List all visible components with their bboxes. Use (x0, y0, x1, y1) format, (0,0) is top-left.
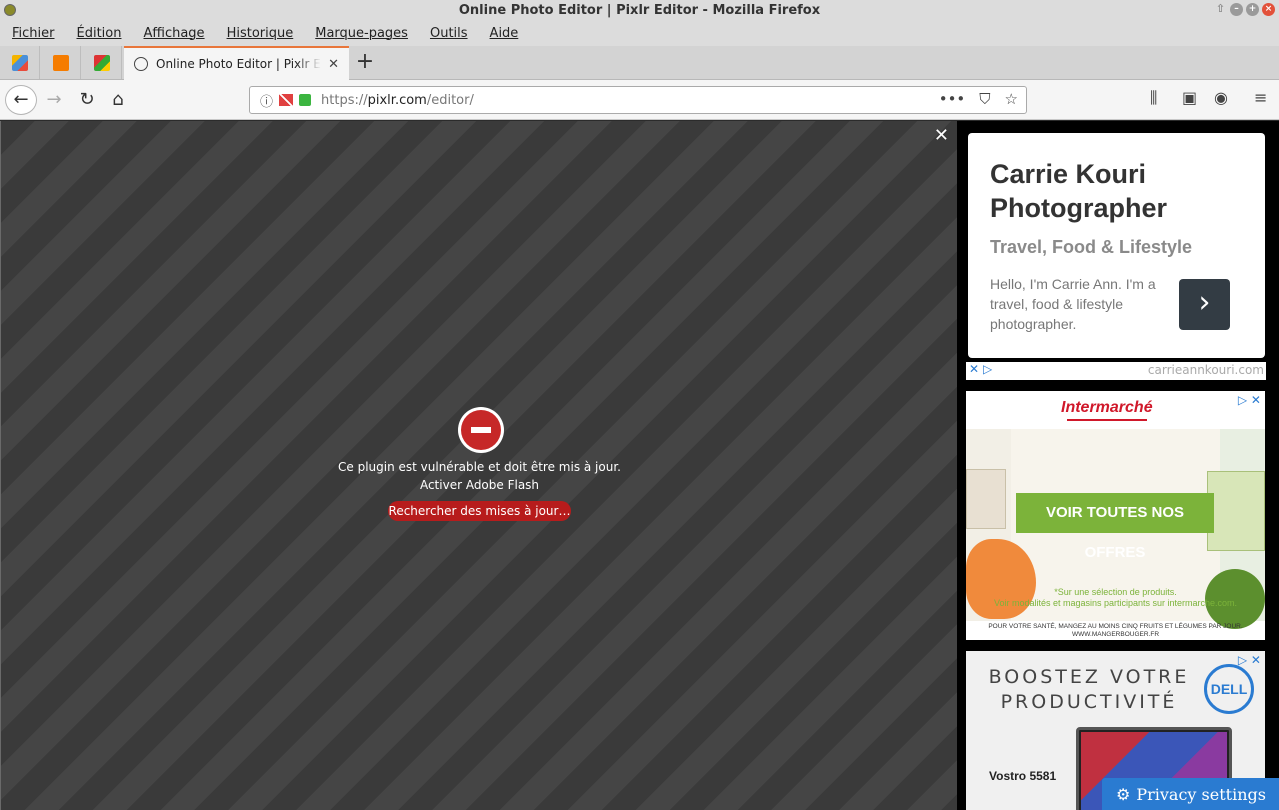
blocked-plugin-icon (458, 407, 504, 453)
dell-logo: DELL (1204, 664, 1254, 714)
pinned-tab-2[interactable] (41, 46, 81, 79)
info-icon[interactable]: ⓘ (260, 91, 273, 110)
ad-legal-text: POUR VOTRE SANTÉ, MANGEZ AU MOINS CINQ F… (988, 623, 1243, 638)
reload-button[interactable]: ↻ (76, 85, 98, 115)
gear-icon: ⚙ (1116, 784, 1131, 804)
app-logo-icon (4, 4, 16, 16)
ad-offers-button[interactable]: VOIR TOUTES NOS OFFRES (1016, 493, 1214, 561)
activate-flash-link[interactable]: Activer Adobe Flash (1, 478, 958, 492)
ad-headline: BOOSTEZ VOTRE PRODUCTIVITÉ (988, 666, 1190, 713)
ad-carrie-kouri[interactable]: Carrie Kouri Photographer Travel, Food & … (968, 133, 1265, 358)
window-maximize-button[interactable]: + (1246, 3, 1259, 16)
account-icon[interactable]: ◉ (1214, 88, 1228, 107)
menu-edition[interactable]: Édition (69, 26, 130, 41)
privacy-settings-label: Privacy settings (1136, 784, 1266, 804)
navigation-bar: ← → ↻ ⌂ ⓘ https://pixlr.com/editor/ ••• … (0, 80, 1279, 120)
pocket-icon[interactable]: ⛉ (979, 90, 990, 108)
ad-sidebar: Carrie Kouri Photographer Travel, Food & … (957, 121, 1279, 810)
tab-close-button[interactable]: ✕ (328, 57, 339, 72)
close-icon[interactable]: ✕ (934, 125, 949, 146)
new-tab-button[interactable]: + (352, 50, 378, 76)
pinned-tab-3[interactable] (82, 46, 122, 79)
ad-description: Hello, I'm Carrie Ann. I'm a travel, foo… (990, 276, 1156, 332)
menu-marque-pages[interactable]: Marque-pages (307, 26, 416, 41)
plugin-area: ✕ Ce plugin est vulnérable et doit être … (0, 121, 957, 810)
library-icon[interactable]: ⫼ (1150, 88, 1157, 108)
ad-next-button[interactable]: › (1179, 279, 1230, 330)
intermarche-logo: Intermarché (1061, 399, 1153, 421)
tab-title: Online Photo Editor | Pixlr Editor (156, 57, 321, 71)
ad-title: Carrie Kouri Photographer (990, 159, 1168, 223)
window-close-button[interactable]: × (1262, 3, 1275, 16)
url-bar[interactable]: ⓘ https://pixlr.com/editor/ ••• ⛉ ☆ (249, 86, 1027, 114)
ad-fineprint: *Sur une sélection de produits. Voir moda… (993, 587, 1238, 608)
pinned-site-icon (93, 54, 110, 71)
plugin-blocked-icon[interactable] (279, 94, 294, 106)
tab-active[interactable]: Online Photo Editor | Pixlr Editor ✕ (124, 46, 349, 80)
window-titlebar: Online Photo Editor | Pixlr Editor - Moz… (0, 0, 1279, 20)
menu-affichage[interactable]: Affichage (135, 26, 212, 41)
pinned-site-icon (52, 54, 69, 71)
adchoices-icon[interactable]: ▷ ✕ (1238, 653, 1261, 667)
sidebar-icon[interactable]: ▣ (1182, 88, 1197, 107)
forward-button[interactable]: → (42, 85, 66, 115)
page-actions-icon[interactable]: ••• (939, 90, 966, 108)
lock-icon[interactable] (299, 94, 312, 106)
bookmark-star-icon[interactable]: ☆ (1005, 90, 1018, 108)
home-button[interactable]: ⌂ (107, 85, 129, 115)
adchoices-icon[interactable]: ▷ (983, 362, 992, 376)
window-minimize-button[interactable]: – (1230, 3, 1243, 16)
ad-close-icon[interactable]: ✕ (969, 362, 979, 376)
menu-outils[interactable]: Outils (422, 26, 476, 41)
tab-bar: Online Photo Editor | Pixlr Editor ✕ + (0, 46, 1279, 80)
adchoices-icon[interactable]: ▷ ✕ (1238, 393, 1261, 407)
menu-bar: Fichier Édition Affichage Historique Mar… (0, 20, 1279, 46)
ad-info-bar: ✕ ▷ carrieannkouri.com (966, 362, 1266, 380)
plugin-warning-text: Ce plugin est vulnérable et doit être mi… (338, 460, 621, 474)
privacy-settings-button[interactable]: ⚙ Privacy settings (1102, 778, 1279, 810)
ad-subtitle: Travel, Food & Lifestyle (990, 237, 1193, 257)
globe-icon (134, 57, 148, 71)
pinned-site-icon (11, 54, 28, 71)
menu-fichier[interactable]: Fichier (4, 26, 63, 41)
menu-aide[interactable]: Aide (482, 26, 527, 41)
url-text: https://pixlr.com/editor/ (321, 92, 474, 108)
ad-intermarche[interactable]: Intermarché ▷ ✕ VOIR TOUTES NOS OFFRES *… (966, 391, 1265, 640)
menu-historique[interactable]: Historique (219, 26, 302, 41)
check-updates-button[interactable]: Rechercher des mises à jour… (388, 501, 571, 521)
pinned-tab-1[interactable] (0, 46, 40, 79)
window-keep-above-icon[interactable]: ⇧ (1214, 3, 1227, 16)
ad-domain[interactable]: carrieannkouri.com (1148, 363, 1264, 377)
window-title: Online Photo Editor | Pixlr Editor - Moz… (458, 2, 821, 18)
back-button[interactable]: ← (5, 85, 37, 115)
ad-model-name: Vostro 5581 (989, 769, 1057, 783)
menu-hamburger-icon[interactable]: ≡ (1254, 88, 1267, 107)
